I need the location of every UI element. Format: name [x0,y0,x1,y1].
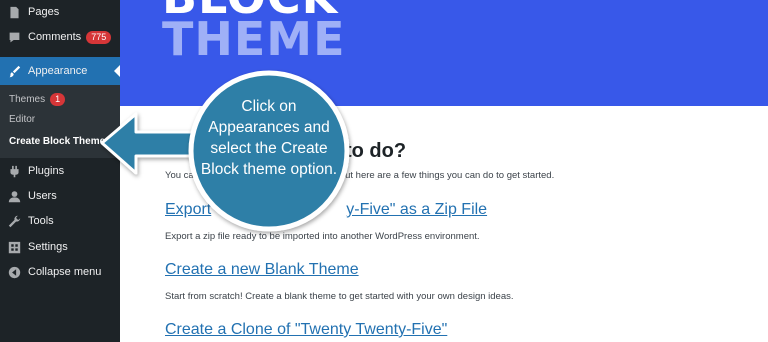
submenu-item-create-block-theme[interactable]: Create Block Theme [9,136,105,147]
create-clone-link[interactable]: Create a Clone of "Twenty Twenty-Five" [165,321,447,339]
appearance-submenu: Themes 1 Editor Create Block Theme [0,85,120,158]
sidebar-item-label: Plugins [28,165,65,177]
admin-sidebar: Pages Comments 775 Appearance Themes 1 E… [0,0,120,342]
sidebar-item-pages[interactable]: Pages [0,0,120,24]
create-blank-theme-description: Start from scratch! Create a blank theme… [165,291,514,302]
sidebar-item-settings[interactable]: Settings [0,235,120,259]
wrench-icon [7,214,21,228]
pages-icon [7,5,21,19]
collapse-icon [7,265,21,279]
submenu-item-label: Themes [9,94,46,105]
banner-title: BLOCK THEME [162,0,346,66]
export-zip-description: Export a zip file ready to be imported i… [165,231,480,242]
sidebar-item-label: Users [28,190,57,202]
submenu-item-label: Editor [9,114,36,125]
banner-title-line2: THEME [162,12,346,66]
sidebar-item-appearance[interactable]: Appearance [0,57,120,85]
submenu-item-editor[interactable]: Editor [9,114,35,125]
submenu-item-themes[interactable]: Themes 1 [9,93,66,106]
settings-icon [7,240,21,254]
users-icon [7,189,21,203]
callout-text: Click on Appearances and select the Crea… [200,98,338,178]
sidebar-item-users[interactable]: Users [0,184,120,208]
paintbrush-icon [7,64,21,78]
comments-icon [7,30,21,44]
sidebar-item-label: Tools [28,215,54,227]
sidebar-item-label: Comments [28,31,82,43]
export-zip-link-end: y-Five" as a Zip File [346,201,488,218]
sidebar-item-label: Pages [28,6,60,18]
sidebar-item-plugins[interactable]: Plugins [0,159,120,183]
comments-count-badge: 775 [86,30,112,44]
collapse-menu-button[interactable]: Collapse menu [0,260,120,284]
page-heading: to do? [345,140,407,162]
sidebar-item-label: Collapse menu [28,266,102,278]
create-blank-theme-link[interactable]: Create a new Blank Theme [165,261,359,279]
sidebar-item-label: Settings [28,241,68,253]
sidebar-item-tools[interactable]: Tools [0,209,120,233]
block-theme-banner: BLOCK THEME [120,0,768,106]
intro-text-start: You ca [165,170,194,181]
sidebar-item-comments[interactable]: Comments 775 [0,25,120,49]
sidebar-item-label: Appearance [28,65,88,77]
intro-text-rest: but here are a few things you can do to … [339,170,555,181]
plugin-icon [7,164,21,178]
export-zip-link[interactable]: Export y-Five" as a Zip File [165,201,487,219]
themes-update-badge: 1 [50,93,66,106]
export-zip-link-start: Export [165,201,212,218]
submenu-item-label: Create Block Theme [9,136,106,147]
